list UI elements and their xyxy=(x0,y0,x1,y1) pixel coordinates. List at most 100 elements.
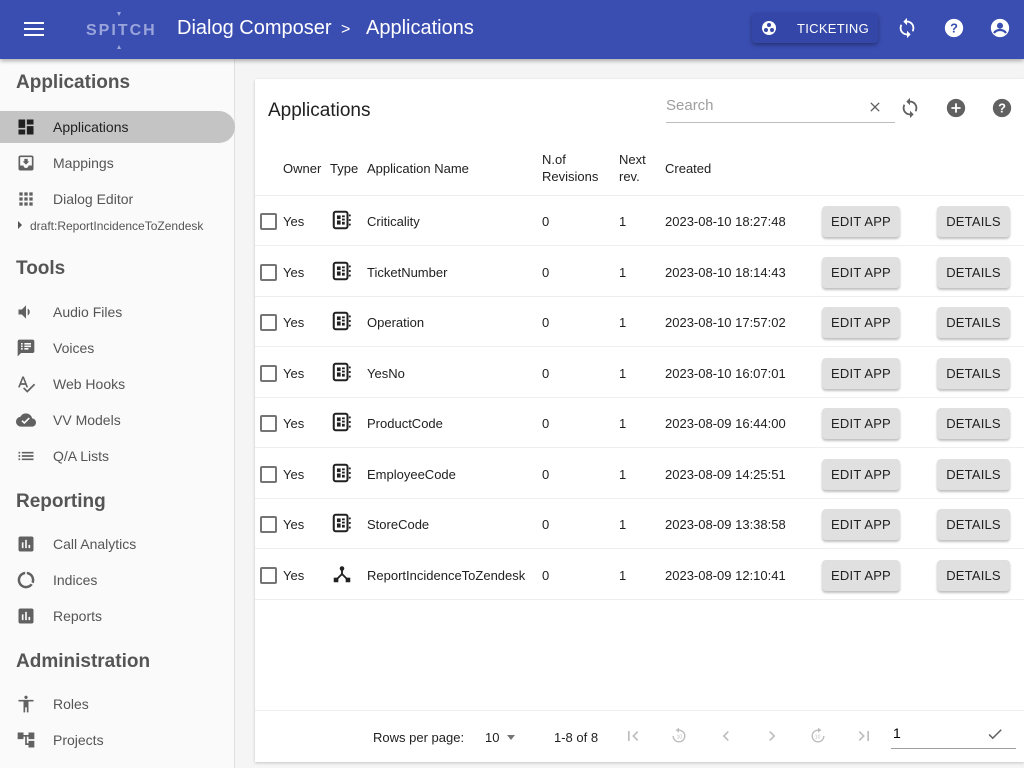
next-rev-cell: 1 xyxy=(619,214,627,229)
details-button[interactable]: DETAILS xyxy=(937,458,1010,490)
details-button[interactable]: DETAILS xyxy=(937,256,1010,288)
created-cell: 2023-08-09 13:38:58 xyxy=(665,517,786,532)
column-header-type[interactable]: Type xyxy=(330,160,358,177)
app-bar: SPITCH Dialog Composer > Applications TI… xyxy=(0,0,1024,59)
edit-app-button[interactable]: EDIT APP xyxy=(822,458,900,490)
help-icon[interactable]: ? xyxy=(943,17,965,39)
help-icon[interactable]: ? xyxy=(991,97,1013,119)
account-icon[interactable] xyxy=(989,17,1011,39)
column-header-name[interactable]: Application Name xyxy=(367,160,469,177)
details-button[interactable]: DETAILS xyxy=(937,307,1010,338)
sidebar-item-indices[interactable]: Indices xyxy=(0,564,235,596)
sidebar-draft-item[interactable]: draft:ReportIncidenceToZendesk xyxy=(18,219,203,233)
application-name-cell: YesNo xyxy=(367,365,405,381)
next-page-icon[interactable] xyxy=(762,726,782,746)
application-name-cell: Criticality xyxy=(367,214,420,229)
details-button[interactable]: DETAILS xyxy=(937,206,1010,237)
details-button[interactable]: DETAILS xyxy=(937,408,1010,439)
sidebar-item-label: VV Models xyxy=(53,412,121,428)
row-checkbox[interactable] xyxy=(260,516,277,533)
page-number-input[interactable] xyxy=(893,725,973,741)
menu-icon[interactable] xyxy=(24,18,46,40)
owner-cell: Yes xyxy=(283,315,305,330)
sidebar-item-reports[interactable]: Reports xyxy=(0,600,235,632)
row-checkbox[interactable] xyxy=(260,415,277,432)
sidebar-item-label: Audio Files xyxy=(53,304,123,320)
sidebar-section-tools: Tools xyxy=(16,258,66,279)
owner-cell: Yes xyxy=(283,416,305,431)
sidebar-item-call-analytics[interactable]: Call Analytics xyxy=(0,528,235,560)
owner-cell: Yes xyxy=(283,365,305,381)
previous-page-icon[interactable] xyxy=(716,726,736,746)
row-checkbox[interactable] xyxy=(260,566,277,584)
page-number-field xyxy=(891,722,1016,749)
row-checkbox[interactable] xyxy=(260,263,277,281)
add-circle-icon[interactable] xyxy=(945,97,967,119)
revisions-cell: 0 xyxy=(542,214,550,229)
application-name-cell: TicketNumber xyxy=(367,264,448,280)
ticketing-button[interactable]: TICKETING xyxy=(752,13,878,43)
logo-text: SPITCH xyxy=(86,22,157,39)
sidebar-item-roles[interactable]: Roles xyxy=(0,688,235,720)
table-row: Yes EmployeeCode 0 1 2023-08-09 14:25:51 EDIT… xyxy=(255,449,1024,499)
module-icon xyxy=(332,463,351,482)
revisions-cell: 0 xyxy=(542,416,550,431)
details-button[interactable]: DETAILS xyxy=(937,509,1010,540)
column-header-created[interactable]: Created xyxy=(665,160,711,177)
row-checkbox[interactable] xyxy=(260,213,277,230)
row-checkbox[interactable] xyxy=(260,465,277,483)
edit-app-button[interactable]: EDIT APP xyxy=(822,307,900,338)
column-header-next-rev[interactable]: Next rev. xyxy=(619,151,646,185)
sidebar-item-voices[interactable]: Voices xyxy=(0,332,235,364)
next-rev-cell: 1 xyxy=(619,567,627,583)
details-button[interactable]: DETAILS xyxy=(937,357,1010,389)
row-checkbox[interactable] xyxy=(260,364,277,382)
details-button[interactable]: DETAILS xyxy=(937,559,1010,591)
created-cell: 2023-08-10 18:14:43 xyxy=(665,264,786,280)
sidebar-section-administration: Administration xyxy=(16,651,151,672)
clear-icon[interactable] xyxy=(867,99,883,115)
search-input[interactable] xyxy=(666,97,856,114)
spellcheck-icon xyxy=(18,376,36,393)
sidebar-item-audio-files[interactable]: Audio Files xyxy=(0,296,235,328)
sidebar-item-vv-models[interactable]: VV Models xyxy=(0,404,235,436)
forward-10-icon[interactable]: 10 xyxy=(808,726,828,746)
applications-card: Applications ? Owner Type Application Na… xyxy=(255,79,1024,762)
rows-per-page-value: 10 xyxy=(485,730,500,745)
module-icon xyxy=(332,311,351,331)
sidebar-item-applications[interactable]: Applications xyxy=(0,111,235,143)
speaker-icon xyxy=(18,305,30,319)
application-name-cell: Operation xyxy=(367,315,425,330)
edit-app-button[interactable]: EDIT APP xyxy=(822,357,900,389)
sidebar-item-label: Reports xyxy=(53,608,103,624)
sidebar-item-projects[interactable]: Projects xyxy=(0,724,235,756)
rows-per-page-label: Rows per page: xyxy=(373,730,465,745)
edit-app-button[interactable]: EDIT APP xyxy=(822,206,900,237)
application-name-cell: EmployeeCode xyxy=(367,466,456,482)
edit-app-button[interactable]: EDIT APP xyxy=(822,256,900,288)
last-page-icon[interactable] xyxy=(854,726,874,746)
tree-icon xyxy=(17,732,35,748)
first-page-icon[interactable] xyxy=(623,726,643,746)
row-checkbox[interactable] xyxy=(260,314,277,331)
breadcrumb-dialog-composer[interactable]: Dialog Composer xyxy=(177,16,332,40)
created-cell: 2023-08-09 16:44:00 xyxy=(665,416,786,431)
edit-app-button[interactable]: EDIT APP xyxy=(822,408,900,439)
refresh-icon[interactable] xyxy=(896,17,918,39)
column-header-revisions[interactable]: N.of Revisions xyxy=(542,151,598,185)
refresh-icon[interactable] xyxy=(899,97,921,119)
sidebar-item-label: Roles xyxy=(53,696,89,712)
rows-per-page-select[interactable]: 10 xyxy=(485,730,516,745)
sidebar-item-dialog-editor[interactable]: Dialog Editor xyxy=(0,183,235,215)
sidebar-item-label: Web Hooks xyxy=(53,376,126,392)
sidebar-item-web-hooks[interactable]: Web Hooks xyxy=(0,368,235,400)
sidebar-item-qa-lists[interactable]: Q/A Lists xyxy=(0,440,235,472)
back-10-icon[interactable]: 10 xyxy=(669,726,689,746)
edit-app-button[interactable]: EDIT APP xyxy=(822,559,900,591)
check-icon[interactable] xyxy=(986,725,1004,743)
sidebar-item-mappings[interactable]: Mappings xyxy=(0,147,235,179)
edit-app-button[interactable]: EDIT APP xyxy=(822,509,900,540)
svg-text:?: ? xyxy=(950,21,958,36)
column-header-next-line2: rev. xyxy=(619,169,640,184)
column-header-owner[interactable]: Owner xyxy=(283,160,321,177)
